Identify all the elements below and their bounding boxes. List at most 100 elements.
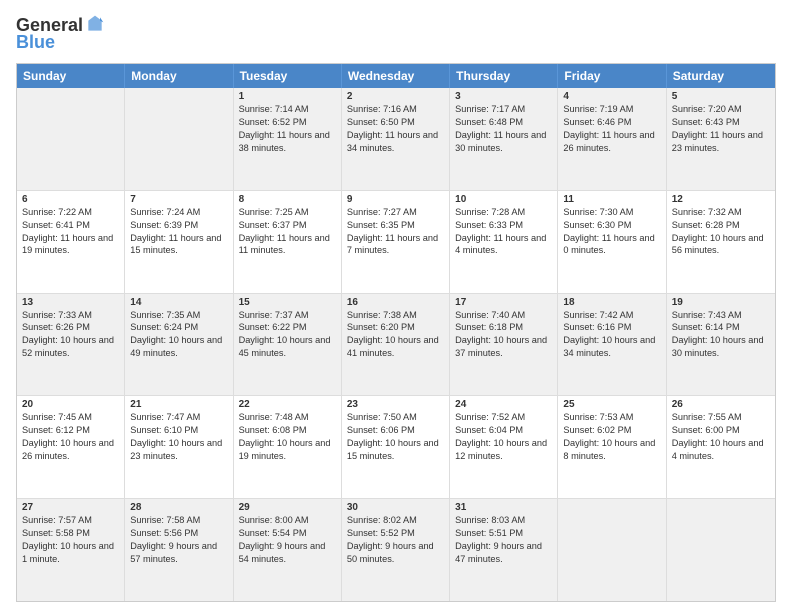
calendar-cell: 11Sunrise: 7:30 AM Sunset: 6:30 PM Dayli… [558, 191, 666, 293]
day-info: Sunrise: 7:35 AM Sunset: 6:24 PM Dayligh… [130, 309, 227, 361]
calendar-row-4: 20Sunrise: 7:45 AM Sunset: 6:12 PM Dayli… [17, 395, 775, 498]
calendar-row-2: 6Sunrise: 7:22 AM Sunset: 6:41 PM Daylig… [17, 190, 775, 293]
day-number: 15 [239, 297, 336, 308]
day-info: Sunrise: 7:52 AM Sunset: 6:04 PM Dayligh… [455, 411, 552, 463]
day-info: Sunrise: 7:50 AM Sunset: 6:06 PM Dayligh… [347, 411, 444, 463]
day-number: 30 [347, 502, 444, 513]
header-day-wednesday: Wednesday [342, 64, 450, 88]
day-number: 27 [22, 502, 119, 513]
calendar-cell: 17Sunrise: 7:40 AM Sunset: 6:18 PM Dayli… [450, 294, 558, 396]
day-info: Sunrise: 7:38 AM Sunset: 6:20 PM Dayligh… [347, 309, 444, 361]
calendar-cell: 24Sunrise: 7:52 AM Sunset: 6:04 PM Dayli… [450, 396, 558, 498]
day-number: 16 [347, 297, 444, 308]
day-info: Sunrise: 7:30 AM Sunset: 6:30 PM Dayligh… [563, 206, 660, 258]
header-day-tuesday: Tuesday [234, 64, 342, 88]
day-info: Sunrise: 7:17 AM Sunset: 6:48 PM Dayligh… [455, 103, 552, 155]
day-info: Sunrise: 7:22 AM Sunset: 6:41 PM Dayligh… [22, 206, 119, 258]
day-number: 17 [455, 297, 552, 308]
day-info: Sunrise: 7:47 AM Sunset: 6:10 PM Dayligh… [130, 411, 227, 463]
day-number: 5 [672, 91, 770, 102]
calendar-cell: 1Sunrise: 7:14 AM Sunset: 6:52 PM Daylig… [234, 88, 342, 190]
day-number: 10 [455, 194, 552, 205]
calendar-cell [125, 88, 233, 190]
calendar-cell [17, 88, 125, 190]
logo-icon [85, 14, 105, 34]
day-number: 26 [672, 399, 770, 410]
day-number: 2 [347, 91, 444, 102]
header-day-saturday: Saturday [667, 64, 775, 88]
day-number: 18 [563, 297, 660, 308]
day-info: Sunrise: 7:42 AM Sunset: 6:16 PM Dayligh… [563, 309, 660, 361]
day-number: 25 [563, 399, 660, 410]
calendar-cell: 13Sunrise: 7:33 AM Sunset: 6:26 PM Dayli… [17, 294, 125, 396]
calendar-cell: 29Sunrise: 8:00 AM Sunset: 5:54 PM Dayli… [234, 499, 342, 601]
day-number: 20 [22, 399, 119, 410]
calendar-cell: 18Sunrise: 7:42 AM Sunset: 6:16 PM Dayli… [558, 294, 666, 396]
calendar-cell: 5Sunrise: 7:20 AM Sunset: 6:43 PM Daylig… [667, 88, 775, 190]
day-number: 13 [22, 297, 119, 308]
calendar-cell: 8Sunrise: 7:25 AM Sunset: 6:37 PM Daylig… [234, 191, 342, 293]
day-number: 7 [130, 194, 227, 205]
day-info: Sunrise: 8:03 AM Sunset: 5:51 PM Dayligh… [455, 514, 552, 566]
day-number: 11 [563, 194, 660, 205]
day-info: Sunrise: 7:16 AM Sunset: 6:50 PM Dayligh… [347, 103, 444, 155]
calendar-cell: 22Sunrise: 7:48 AM Sunset: 6:08 PM Dayli… [234, 396, 342, 498]
day-number: 19 [672, 297, 770, 308]
day-info: Sunrise: 7:32 AM Sunset: 6:28 PM Dayligh… [672, 206, 770, 258]
day-number: 31 [455, 502, 552, 513]
day-info: Sunrise: 7:40 AM Sunset: 6:18 PM Dayligh… [455, 309, 552, 361]
day-number: 6 [22, 194, 119, 205]
day-number: 4 [563, 91, 660, 102]
calendar-cell: 7Sunrise: 7:24 AM Sunset: 6:39 PM Daylig… [125, 191, 233, 293]
calendar: SundayMondayTuesdayWednesdayThursdayFrid… [16, 63, 776, 602]
day-number: 1 [239, 91, 336, 102]
day-info: Sunrise: 8:00 AM Sunset: 5:54 PM Dayligh… [239, 514, 336, 566]
day-number: 29 [239, 502, 336, 513]
day-number: 22 [239, 399, 336, 410]
calendar-cell: 23Sunrise: 7:50 AM Sunset: 6:06 PM Dayli… [342, 396, 450, 498]
day-number: 12 [672, 194, 770, 205]
calendar-cell: 4Sunrise: 7:19 AM Sunset: 6:46 PM Daylig… [558, 88, 666, 190]
day-number: 23 [347, 399, 444, 410]
day-info: Sunrise: 8:02 AM Sunset: 5:52 PM Dayligh… [347, 514, 444, 566]
header: General Blue [16, 16, 776, 53]
calendar-cell: 19Sunrise: 7:43 AM Sunset: 6:14 PM Dayli… [667, 294, 775, 396]
calendar-cell: 21Sunrise: 7:47 AM Sunset: 6:10 PM Dayli… [125, 396, 233, 498]
header-day-monday: Monday [125, 64, 233, 88]
day-info: Sunrise: 7:33 AM Sunset: 6:26 PM Dayligh… [22, 309, 119, 361]
day-number: 21 [130, 399, 227, 410]
calendar-cell: 9Sunrise: 7:27 AM Sunset: 6:35 PM Daylig… [342, 191, 450, 293]
day-number: 24 [455, 399, 552, 410]
calendar-cell: 20Sunrise: 7:45 AM Sunset: 6:12 PM Dayli… [17, 396, 125, 498]
header-day-sunday: Sunday [17, 64, 125, 88]
calendar-cell: 16Sunrise: 7:38 AM Sunset: 6:20 PM Dayli… [342, 294, 450, 396]
calendar-row-3: 13Sunrise: 7:33 AM Sunset: 6:26 PM Dayli… [17, 293, 775, 396]
calendar-cell [667, 499, 775, 601]
calendar-cell: 10Sunrise: 7:28 AM Sunset: 6:33 PM Dayli… [450, 191, 558, 293]
logo: General Blue [16, 16, 105, 53]
calendar-cell: 27Sunrise: 7:57 AM Sunset: 5:58 PM Dayli… [17, 499, 125, 601]
calendar-cell: 14Sunrise: 7:35 AM Sunset: 6:24 PM Dayli… [125, 294, 233, 396]
day-number: 9 [347, 194, 444, 205]
day-info: Sunrise: 7:28 AM Sunset: 6:33 PM Dayligh… [455, 206, 552, 258]
calendar-cell: 15Sunrise: 7:37 AM Sunset: 6:22 PM Dayli… [234, 294, 342, 396]
header-day-thursday: Thursday [450, 64, 558, 88]
header-day-friday: Friday [558, 64, 666, 88]
calendar-row-5: 27Sunrise: 7:57 AM Sunset: 5:58 PM Dayli… [17, 498, 775, 601]
day-info: Sunrise: 7:48 AM Sunset: 6:08 PM Dayligh… [239, 411, 336, 463]
day-number: 14 [130, 297, 227, 308]
day-info: Sunrise: 7:37 AM Sunset: 6:22 PM Dayligh… [239, 309, 336, 361]
day-info: Sunrise: 7:20 AM Sunset: 6:43 PM Dayligh… [672, 103, 770, 155]
calendar-cell: 25Sunrise: 7:53 AM Sunset: 6:02 PM Dayli… [558, 396, 666, 498]
calendar-cell: 6Sunrise: 7:22 AM Sunset: 6:41 PM Daylig… [17, 191, 125, 293]
calendar-cell: 3Sunrise: 7:17 AM Sunset: 6:48 PM Daylig… [450, 88, 558, 190]
calendar-cell: 31Sunrise: 8:03 AM Sunset: 5:51 PM Dayli… [450, 499, 558, 601]
day-number: 28 [130, 502, 227, 513]
day-info: Sunrise: 7:43 AM Sunset: 6:14 PM Dayligh… [672, 309, 770, 361]
day-info: Sunrise: 7:45 AM Sunset: 6:12 PM Dayligh… [22, 411, 119, 463]
page: General Blue SundayMondayTuesdayWednesda… [0, 0, 792, 612]
day-info: Sunrise: 7:27 AM Sunset: 6:35 PM Dayligh… [347, 206, 444, 258]
calendar-cell: 26Sunrise: 7:55 AM Sunset: 6:00 PM Dayli… [667, 396, 775, 498]
calendar-cell [558, 499, 666, 601]
calendar-row-1: 1Sunrise: 7:14 AM Sunset: 6:52 PM Daylig… [17, 88, 775, 190]
